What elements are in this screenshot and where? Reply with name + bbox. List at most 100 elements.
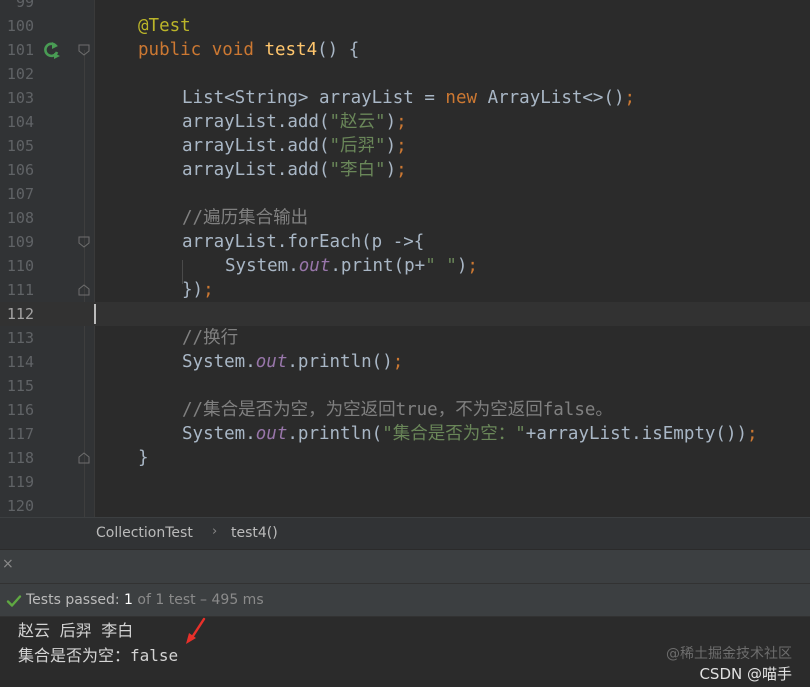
- code-line[interactable]: 114 System.out.println();: [0, 350, 810, 374]
- code-line[interactable]: 99: [0, 0, 810, 14]
- code-token: @Test: [138, 16, 191, 36]
- code-text: arrayList.add("后羿");: [182, 134, 407, 158]
- code-text: //遍历集合输出: [182, 206, 308, 230]
- fold-close-icon[interactable]: [78, 284, 90, 296]
- watermark-csdn: CSDN @喵手: [699, 665, 792, 683]
- line-number[interactable]: 110: [0, 254, 34, 278]
- code-token: () {: [317, 40, 360, 60]
- code-token: ;: [392, 352, 404, 372]
- line-number[interactable]: 103: [0, 86, 34, 110]
- line-number[interactable]: 106: [0, 158, 34, 182]
- code-token: ): [385, 136, 397, 156]
- watermark: @稀土掘金技术社区 CSDN @喵手: [666, 644, 792, 684]
- code-text: System.out.print(p+" ");: [225, 254, 478, 278]
- check-icon: [6, 595, 22, 607]
- code-line[interactable]: 119: [0, 470, 810, 494]
- code-line[interactable]: 112: [0, 302, 810, 326]
- fold-open-icon[interactable]: [78, 236, 90, 248]
- code-line[interactable]: 105 arrayList.add("后羿");: [0, 134, 810, 158]
- line-number[interactable]: 109: [0, 230, 34, 254]
- line-number[interactable]: 100: [0, 14, 34, 38]
- code-token: .println(): [287, 352, 393, 372]
- test-status-detail: of 1 test – 495 ms: [132, 592, 264, 608]
- line-number[interactable]: 120: [0, 494, 34, 517]
- close-icon[interactable]: ×: [2, 556, 14, 572]
- code-line[interactable]: 111});: [0, 278, 810, 302]
- code-token: ;: [396, 160, 407, 180]
- code-line[interactable]: 104 arrayList.add("赵云");: [0, 110, 810, 134]
- code-line[interactable]: 113 //换行: [0, 326, 810, 350]
- code-token: "后羿": [329, 136, 386, 156]
- line-number[interactable]: 113: [0, 326, 34, 350]
- line-number[interactable]: 111: [0, 278, 34, 302]
- line-number[interactable]: 104: [0, 110, 34, 134]
- line-number[interactable]: 102: [0, 62, 34, 86]
- code-token: ;: [396, 136, 407, 156]
- run-test-icon[interactable]: [42, 40, 62, 60]
- code-token: out: [255, 352, 288, 372]
- code-text: arrayList.forEach(p ->{: [182, 230, 424, 254]
- code-text: @Test: [138, 14, 191, 38]
- code-line[interactable]: 106 arrayList.add("李白");: [0, 158, 810, 182]
- breadcrumb-class[interactable]: CollectionTest: [96, 525, 193, 541]
- test-passed-count: 1: [124, 592, 133, 608]
- code-line[interactable]: 108 //遍历集合输出: [0, 206, 810, 230]
- code-token: System.: [182, 424, 256, 444]
- code-token: "赵云": [329, 112, 386, 132]
- fold-close-icon[interactable]: [78, 452, 90, 464]
- line-number[interactable]: 99: [0, 0, 34, 14]
- code-text: });: [182, 278, 214, 302]
- code-token: arrayList.add(: [182, 136, 330, 156]
- console-line: 集合是否为空：false: [18, 646, 179, 665]
- code-token: ;: [747, 424, 758, 444]
- code-text: public void test4() {: [138, 38, 359, 62]
- line-number[interactable]: 119: [0, 470, 34, 494]
- code-line[interactable]: 116 //集合是否为空，为空返回true，不为空返回false。: [0, 398, 810, 422]
- code-line[interactable]: 102: [0, 62, 810, 86]
- line-number[interactable]: 112: [0, 302, 34, 326]
- console-output[interactable]: 赵云 后羿 李白 集合是否为空：false @稀土掘金技术社区 CSDN @喵手: [0, 617, 810, 687]
- code-line[interactable]: 117 System.out.println("集合是否为空："+arrayLis…: [0, 422, 810, 446]
- run-tab-bar: ×: [0, 549, 810, 583]
- code-token: System.: [225, 256, 299, 276]
- code-text: System.out.println();: [182, 350, 403, 374]
- code-line[interactable]: 110 System.out.print(p+" ");: [0, 254, 810, 278]
- line-number[interactable]: 116: [0, 398, 34, 422]
- code-token: public void: [138, 40, 265, 60]
- test-status-bar: Tests passed: 1 of 1 test – 495 ms: [0, 583, 810, 617]
- code-line[interactable]: 109 arrayList.forEach(p ->{: [0, 230, 810, 254]
- line-number[interactable]: 107: [0, 182, 34, 206]
- code-token: "集合是否为空：": [382, 424, 526, 444]
- breadcrumb-separator: ›: [212, 524, 218, 539]
- code-text: List<String> arrayList = new ArrayList<>…: [182, 86, 635, 110]
- breadcrumb-method[interactable]: test4(): [231, 525, 278, 541]
- code-line[interactable]: 120: [0, 494, 810, 517]
- code-token: ;: [203, 280, 214, 300]
- line-number[interactable]: 108: [0, 206, 34, 230]
- code-line[interactable]: 103 List<String> arrayList = new ArrayLis…: [0, 86, 810, 110]
- line-number[interactable]: 115: [0, 374, 34, 398]
- code-token: test4: [264, 40, 318, 60]
- code-token: }: [138, 448, 149, 468]
- code-line[interactable]: 100 @Test: [0, 14, 810, 38]
- code-line[interactable]: 107: [0, 182, 810, 206]
- code-line[interactable]: 115: [0, 374, 810, 398]
- line-number[interactable]: 101: [0, 38, 34, 62]
- code-line[interactable]: 101 public void test4() {: [0, 38, 810, 62]
- code-token: out: [255, 424, 288, 444]
- code-text: }: [138, 446, 149, 470]
- line-number[interactable]: 114: [0, 350, 34, 374]
- line-number[interactable]: 105: [0, 134, 34, 158]
- code-token: .println(: [287, 424, 383, 444]
- line-number[interactable]: 118: [0, 446, 34, 470]
- code-token: ;: [624, 88, 636, 108]
- code-line[interactable]: 118}: [0, 446, 810, 470]
- code-token: ArrayList<>(): [487, 88, 625, 108]
- code-token: .print(p+: [330, 256, 426, 276]
- fold-open-icon[interactable]: [78, 44, 90, 56]
- code-token: ;: [396, 112, 407, 132]
- code-token: ): [385, 112, 397, 132]
- line-number[interactable]: 117: [0, 422, 34, 446]
- code-text: //换行: [182, 326, 238, 350]
- code-editor[interactable]: 99 100 @Test 101 public void test4() { 102 103…: [0, 0, 810, 517]
